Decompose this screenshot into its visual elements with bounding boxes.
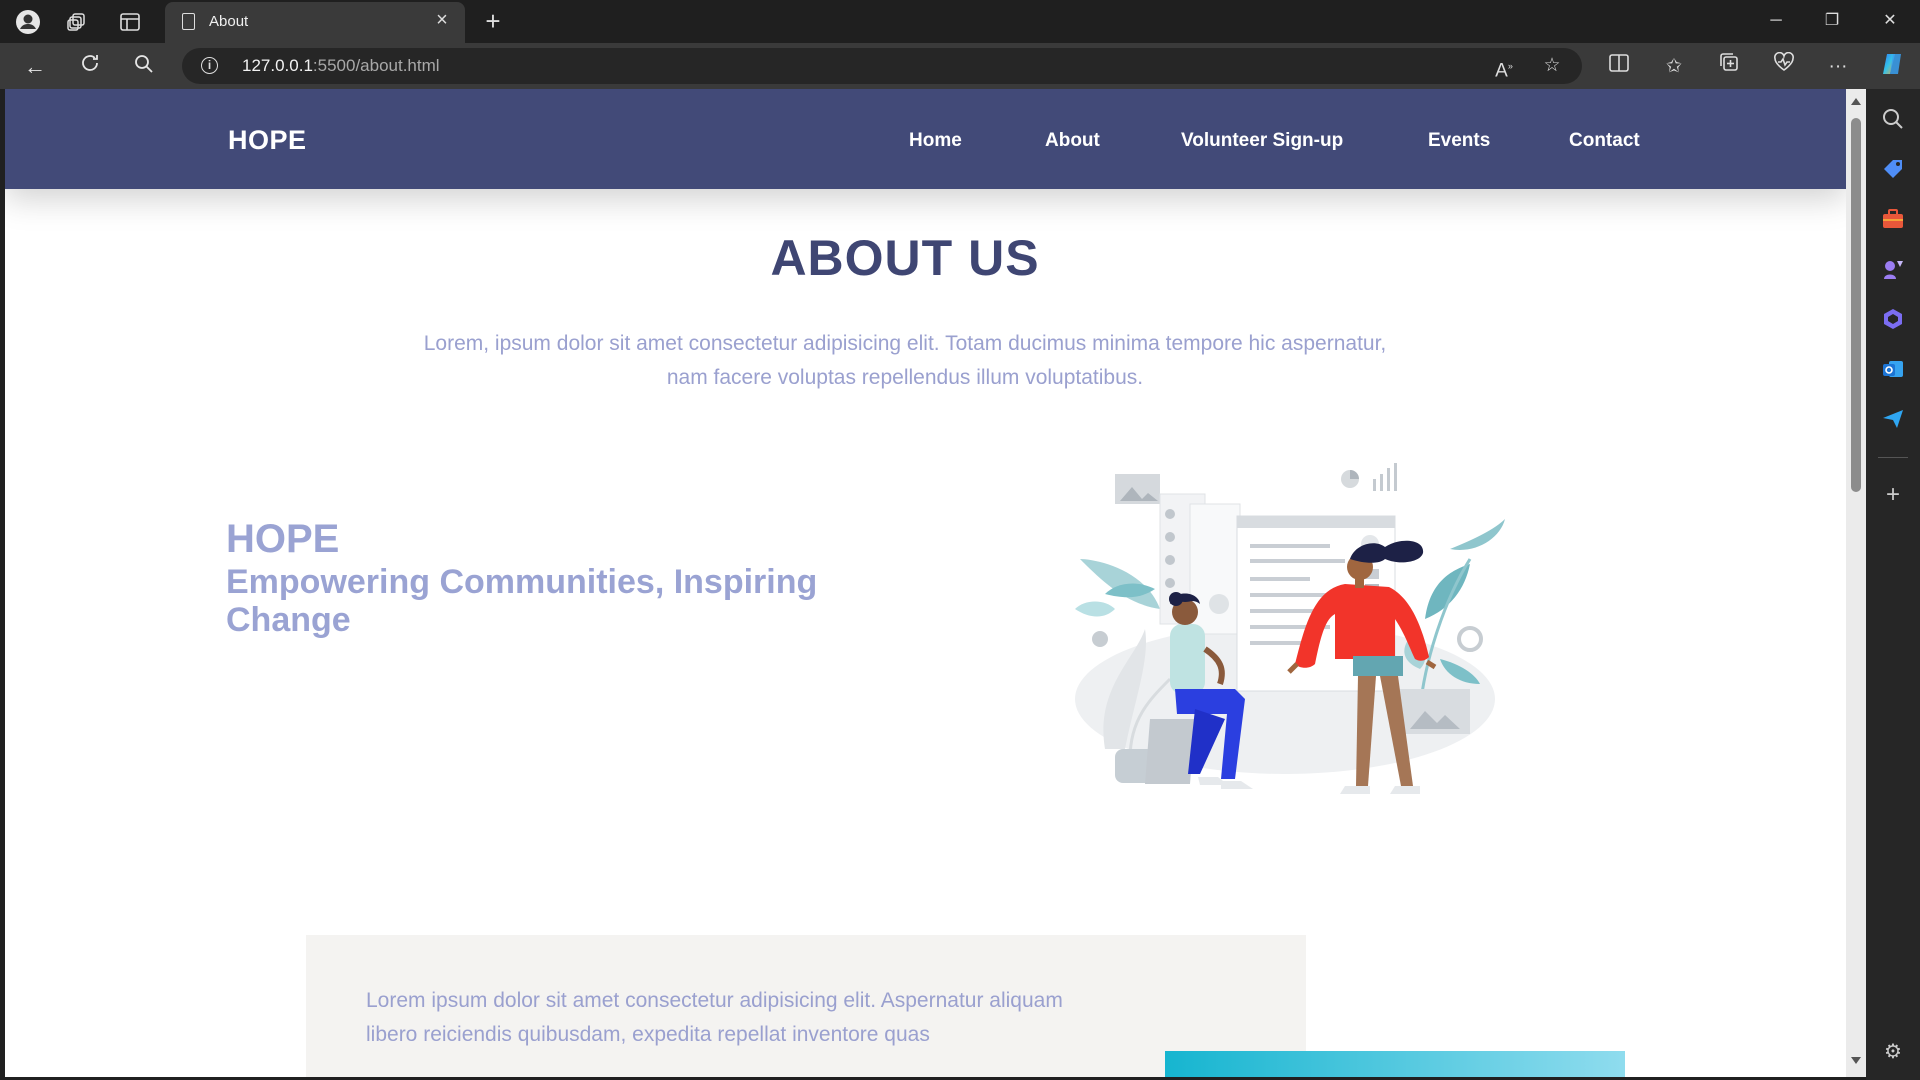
nav-link-contact[interactable]: Contact [1569, 130, 1640, 152]
browser-essentials-icon[interactable] [1768, 51, 1800, 83]
copilot-icon[interactable] [1876, 51, 1908, 83]
teal-banner-image [1165, 1051, 1625, 1077]
address-bar[interactable]: i 127.0.0.1:5500/about.html A» ☆ [182, 48, 1582, 84]
games-icon[interactable] [1881, 257, 1905, 281]
read-aloud-icon[interactable]: A» [1490, 52, 1518, 81]
intro-paragraph: Lorem, ipsum dolor sit amet consectetur … [423, 332, 1387, 389]
site-navbar: HOPE Home About Volunteer Sign-up Events… [5, 89, 1846, 189]
tools-icon[interactable] [1881, 207, 1905, 231]
two-people-dashboard-illustration [1075, 463, 1505, 794]
nav-link-home[interactable]: Home [909, 130, 962, 152]
sidebar-search-icon[interactable] [1881, 107, 1905, 131]
more-icon[interactable]: ··· [1822, 51, 1854, 83]
back-icon[interactable]: ← [19, 51, 51, 83]
edge-sidebar: + ⚙ [1866, 89, 1920, 1080]
page-icon [182, 13, 195, 30]
hero-heading: HOPE [226, 517, 340, 561]
send-icon[interactable] [1881, 407, 1905, 431]
outlook-icon[interactable] [1881, 357, 1905, 381]
hero-tagline: Empowering Communities, Inspiring Change [226, 563, 818, 639]
minimize-button[interactable]: ─ [1753, 6, 1799, 36]
address-toolbar: ← i 127.0.0.1:5500/about.html A» ☆ ✩ ··· [0, 43, 1920, 89]
scroll-down-arrow-icon[interactable] [1851, 1057, 1861, 1064]
info-card: Lorem ipsum dolor sit amet consectetur a… [306, 935, 1306, 1077]
search-icon[interactable] [128, 51, 160, 83]
refresh-icon[interactable] [74, 51, 106, 83]
page-title: ABOUT US [770, 230, 1040, 286]
favorite-star-icon[interactable]: ☆ [1538, 52, 1566, 80]
page-scrollbar[interactable] [1846, 89, 1866, 1077]
scroll-up-arrow-icon[interactable] [1851, 98, 1861, 105]
close-window-button[interactable]: ✕ [1867, 6, 1913, 36]
info-paragraph: Lorem ipsum dolor sit amet consectetur a… [366, 989, 1063, 1046]
sidebar-divider [1878, 457, 1908, 458]
split-screen-icon[interactable] [1603, 51, 1635, 83]
new-tab-button[interactable]: + [478, 6, 508, 36]
tab-strip: About × + ─ ❐ ✕ [0, 0, 1920, 43]
collections-icon[interactable] [1713, 51, 1745, 83]
settings-icon[interactable]: ⚙ [1880, 1039, 1906, 1065]
favorites-icon[interactable]: ✩ [1658, 51, 1690, 83]
nav-link-volunteer[interactable]: Volunteer Sign-up [1181, 130, 1343, 152]
tab-title: About [209, 13, 249, 30]
page-viewport: HOPE Home About Volunteer Sign-up Events… [5, 89, 1846, 1077]
nav-link-about[interactable]: About [1045, 130, 1100, 152]
profile-icon[interactable] [13, 7, 43, 37]
workspaces-icon[interactable] [62, 7, 92, 37]
restore-button[interactable]: ❐ [1809, 6, 1855, 36]
scroll-thumb[interactable] [1851, 118, 1861, 492]
url-text[interactable]: 127.0.0.1:5500/about.html [242, 56, 440, 76]
nav-link-events[interactable]: Events [1428, 130, 1490, 152]
info-icon[interactable]: i [201, 57, 218, 74]
shopping-icon[interactable] [1881, 157, 1905, 181]
close-tab-icon[interactable]: × [431, 9, 453, 31]
tab-actions-icon[interactable] [115, 7, 145, 37]
copilot-sidebar-icon[interactable] [1881, 307, 1905, 331]
tab-about[interactable]: About × [165, 2, 465, 43]
site-brand[interactable]: HOPE [228, 125, 307, 156]
add-icon[interactable]: + [1880, 482, 1906, 508]
